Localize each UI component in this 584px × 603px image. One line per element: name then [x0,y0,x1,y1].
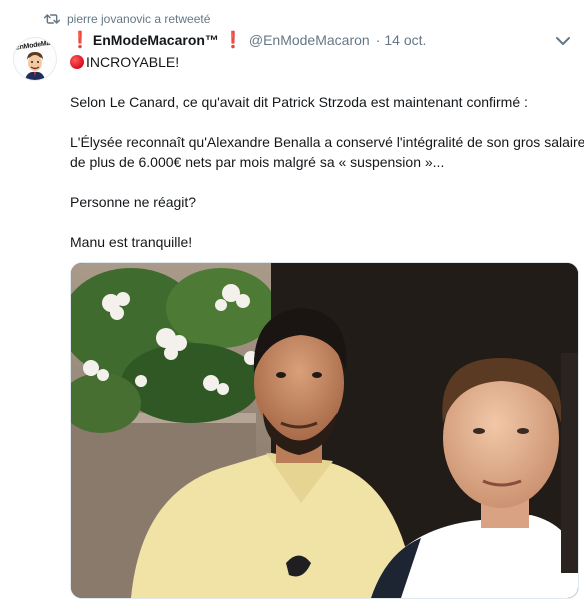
timestamp[interactable]: 14 oct. [384,32,426,48]
photo-image [71,263,578,598]
tweet-line: de plus de 6.000€ nets par mois malgré s… [70,154,445,170]
tweet-line: Selon Le Canard, ce qu'avait dit Patrick… [70,94,528,110]
tweet-line: Personne ne réagit? [70,194,197,210]
tweet-line: INCROYABLE! [70,52,179,72]
exclamation-icon: ❗ [222,32,243,49]
tweet-header: ❗ EnModeMacaron™ ❗ @EnModeMacaron · 14 o… [70,30,426,50]
tweet-photo[interactable] [70,262,579,599]
red-circle-icon [70,55,84,69]
tweet-line: Manu est tranquille! [70,234,193,250]
avatar-caricature-icon [25,52,45,80]
avatar[interactable]: EnModeMacaron [13,37,57,81]
handle[interactable]: @EnModeMacaron [249,32,370,48]
retweet-context[interactable]: pierre jovanovic a retweeté [44,10,210,28]
chevron-down-icon[interactable] [556,36,570,46]
tweet-line: L'Élysée reconnaît qu'Alexandre Benalla … [70,134,584,150]
tweet-line-text: INCROYABLE! [86,54,180,70]
retweet-context-text[interactable]: pierre jovanovic a retweeté [67,12,210,26]
display-name[interactable]: EnModeMacaron™ [93,32,219,48]
exclamation-icon: ❗ [70,32,90,49]
tweet-card[interactable]: pierre jovanovic a retweeté EnModeMacaro… [0,0,584,603]
retweet-icon [44,14,60,24]
separator: · [375,32,381,48]
